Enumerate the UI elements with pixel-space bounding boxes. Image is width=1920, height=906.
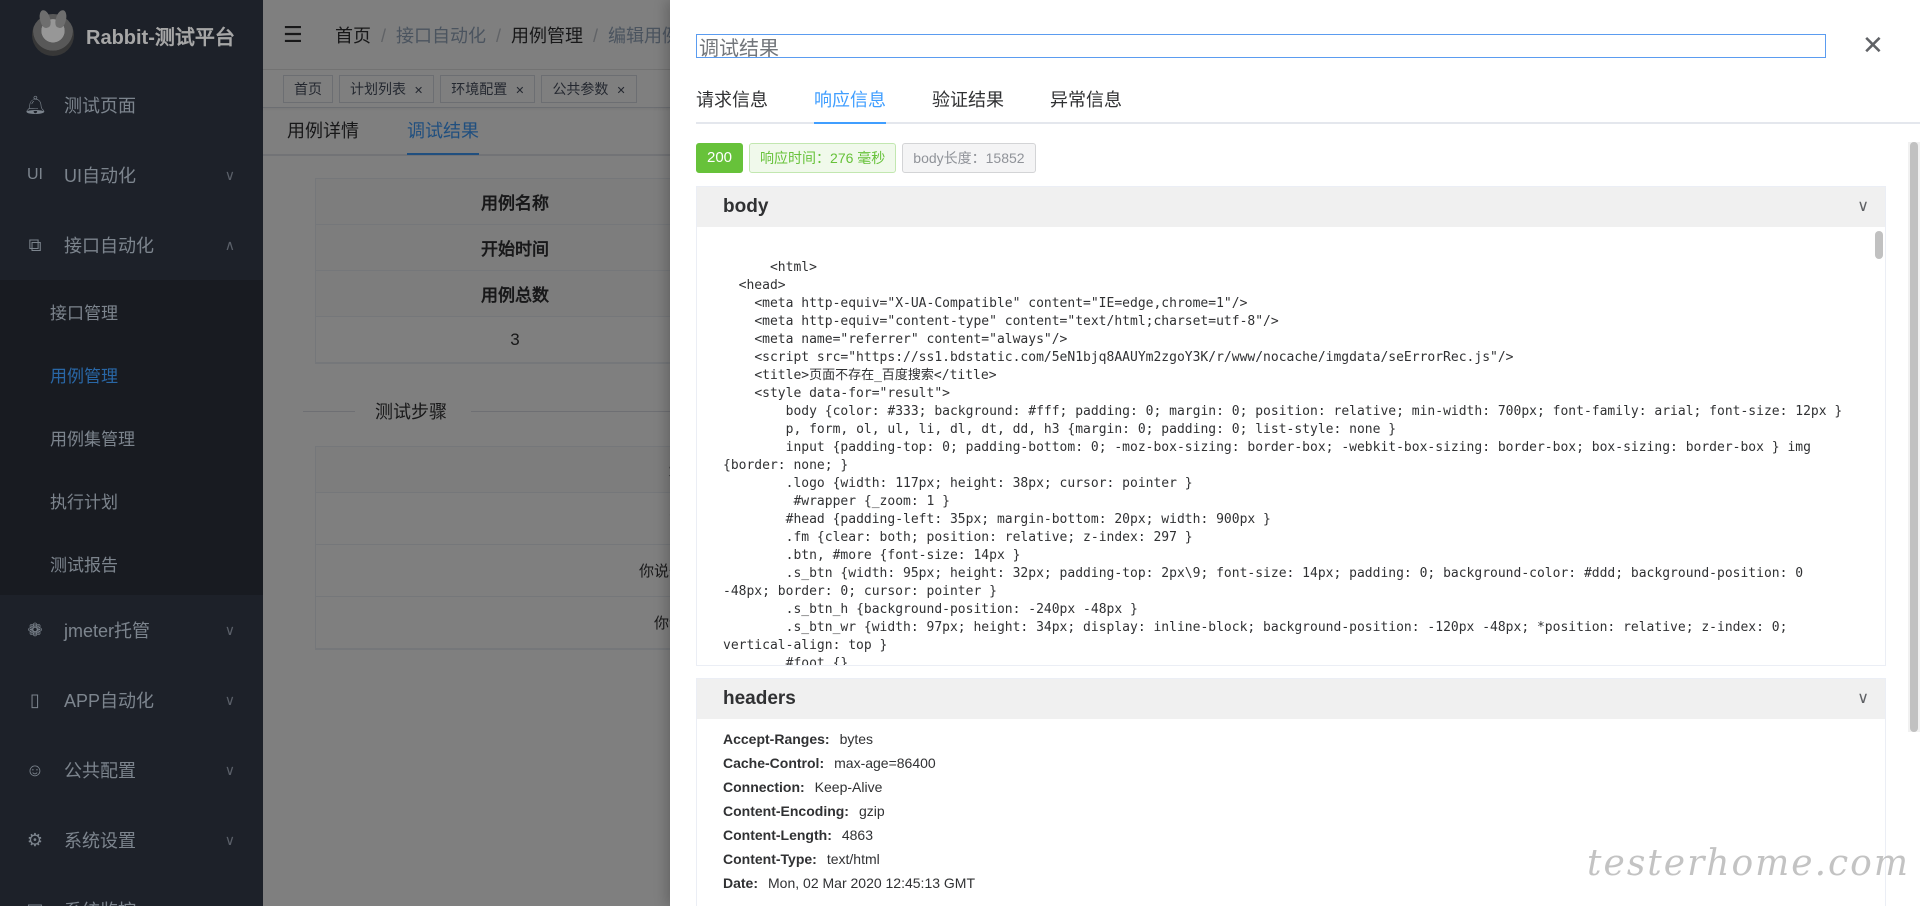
sidebar-dim-overlay: [0, 0, 263, 906]
tab-request-info[interactable]: 请求信息: [696, 80, 768, 124]
panel-title: headers: [723, 688, 796, 709]
response-badges: 200 响应时间：276 毫秒 body长度：15852: [696, 143, 1042, 173]
panel-title: body: [723, 196, 769, 217]
header-row: Cache-Control: max-age=86400: [697, 751, 1885, 775]
tab-response-info[interactable]: 响应信息: [814, 80, 886, 124]
header-value: bytes: [839, 731, 874, 747]
drawer-scrollbar[interactable]: [1908, 142, 1920, 732]
chevron-down-icon: ∨: [1857, 690, 1869, 707]
header-key: Connection:: [723, 779, 805, 795]
code-text: <html> <head> <meta http-equiv="X-UA-Com…: [723, 260, 1843, 665]
header-key: Accept-Ranges:: [723, 731, 830, 747]
tab-exception-info[interactable]: 异常信息: [1050, 80, 1122, 124]
tab-validation-result[interactable]: 验证结果: [932, 80, 1004, 124]
header-value: gzip: [858, 803, 885, 819]
header-row: Accept-Ranges: bytes: [697, 727, 1885, 751]
watermark: testerhome.com: [1587, 843, 1910, 884]
header-key: Date:: [723, 875, 759, 891]
chevron-down-icon: ∨: [1857, 198, 1869, 215]
response-body-code: <html> <head> <meta http-equiv="X-UA-Com…: [697, 227, 1885, 665]
header-value: Mon, 02 Mar 2020 12:45:13 GMT: [768, 875, 976, 891]
response-time-badge: 响应时间：276 毫秒: [749, 143, 897, 173]
sidebar: Rabbit-测试平台 🔔︎ 测试页面 UI UI自动化 ∨ ⧉ 接口自动化 ∧…: [0, 0, 263, 906]
scrollbar-thumb[interactable]: [1910, 142, 1918, 732]
header-value: text/html: [826, 851, 880, 867]
body-panel-header[interactable]: body ∨: [697, 187, 1885, 227]
header-key: Content-Length:: [723, 827, 832, 843]
header-value: 4863: [841, 827, 874, 843]
close-icon[interactable]: ✕: [1862, 30, 1884, 61]
header-value: max-age=86400: [834, 755, 936, 771]
header-row: Connection: Keep-Alive: [697, 775, 1885, 799]
drawer-title[interactable]: [696, 34, 1826, 58]
header-key: Cache-Control:: [723, 755, 825, 771]
header-value: Keep-Alive: [814, 779, 883, 795]
debug-result-drawer: ✕ 请求信息 响应信息 验证结果 异常信息 200 响应时间：276 毫秒 bo…: [670, 0, 1920, 906]
status-badge: 200: [696, 143, 744, 173]
drawer-tabs: 请求信息 响应信息 验证结果 异常信息: [696, 80, 1920, 124]
header-key: Content-Type:: [723, 851, 817, 867]
body-length-badge: body长度：15852: [902, 143, 1036, 173]
headers-panel-header[interactable]: headers ∨: [697, 679, 1885, 719]
header-row: Content-Encoding: gzip: [697, 799, 1885, 823]
body-collapse-panel: body ∨ <html> <head> <meta http-equiv="X…: [696, 186, 1886, 666]
header-key: Content-Encoding:: [723, 803, 849, 819]
code-scrollbar[interactable]: [1875, 231, 1883, 259]
